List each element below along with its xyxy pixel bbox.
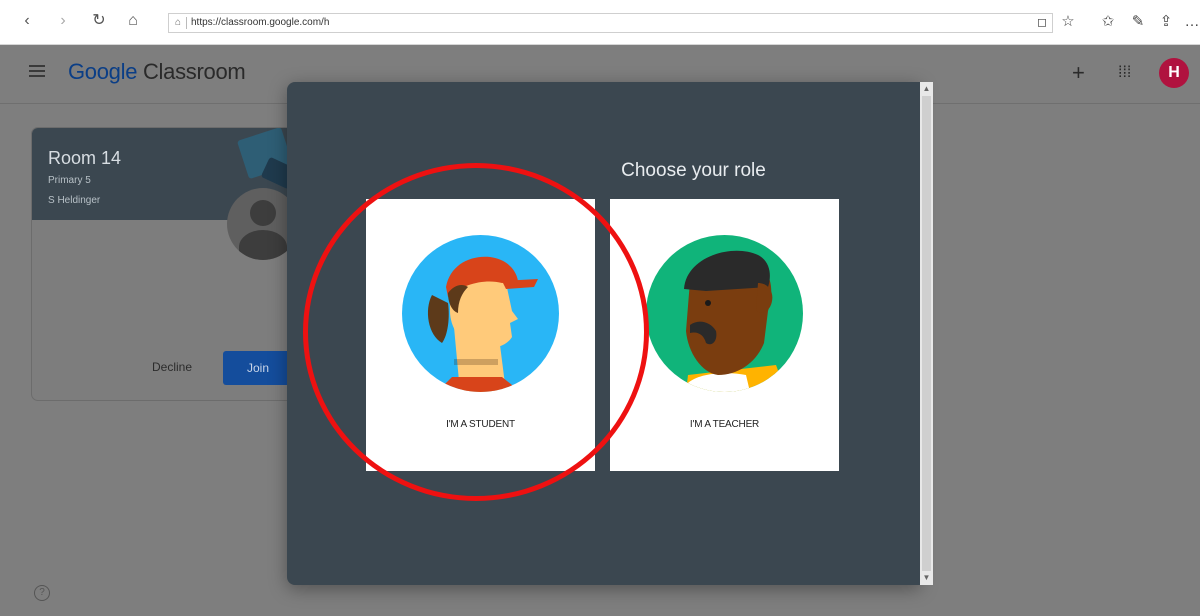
home-icon[interactable]: ⌂	[122, 10, 144, 32]
help-icon[interactable]: ?	[34, 585, 50, 601]
join-button[interactable]: Join	[223, 351, 293, 385]
back-icon[interactable]: ‹	[16, 10, 38, 32]
share-icon[interactable]: ⇪	[1155, 11, 1177, 33]
browser-toolbar: ‹ › ↻ ⌂ ⌂ https://classroom.google.com/h…	[0, 0, 1200, 45]
favorite-star-icon[interactable]: ☆	[1057, 11, 1079, 33]
student-role-card[interactable]: I'M A STUDENT	[366, 199, 595, 471]
apps-grid-icon[interactable]: ⁞⁞⁞	[1118, 61, 1131, 85]
refresh-icon[interactable]: ↻	[88, 10, 110, 32]
logo-product: Classroom	[142, 59, 246, 84]
decline-button[interactable]: Decline	[152, 360, 192, 374]
favorites-list-icon[interactable]: ✩	[1097, 11, 1119, 33]
class-title[interactable]: Room 14	[48, 148, 121, 169]
student-illustration-icon	[402, 235, 559, 392]
class-teacher: S Heldinger	[48, 195, 101, 206]
student-role-label: I'M A STUDENT	[446, 419, 515, 430]
teacher-illustration-icon	[646, 235, 803, 392]
lock-icon: ⌂	[175, 17, 182, 28]
hamburger-menu-icon[interactable]	[29, 65, 45, 80]
url-separator	[186, 17, 187, 29]
class-section: Primary 5	[48, 175, 91, 186]
account-avatar[interactable]: H	[1159, 58, 1189, 88]
classroom-logo[interactable]: Google Classroom	[68, 59, 246, 85]
teacher-role-card[interactable]: I'M A TEACHER	[610, 199, 839, 471]
reading-view-icon[interactable]: ◻	[1031, 11, 1053, 33]
scroll-up-icon[interactable]: ▲	[920, 83, 933, 95]
dialog-title: Choose your role	[621, 160, 766, 181]
scroll-down-icon[interactable]: ▼	[920, 572, 933, 584]
address-bar[interactable]: ⌂ https://classroom.google.com/h	[168, 13, 1053, 33]
teacher-role-label: I'M A TEACHER	[689, 419, 760, 430]
more-icon[interactable]: …	[1181, 11, 1200, 33]
plus-icon[interactable]: +	[1072, 61, 1085, 85]
logo-google: Google	[68, 59, 138, 84]
class-card[interactable]: Room 14 Primary 5 S Heldinger Decline Jo…	[31, 127, 303, 401]
url-text: https://classroom.google.com/h	[191, 17, 330, 28]
forward-icon[interactable]: ›	[52, 10, 74, 32]
pen-icon[interactable]: ✎	[1127, 11, 1149, 33]
